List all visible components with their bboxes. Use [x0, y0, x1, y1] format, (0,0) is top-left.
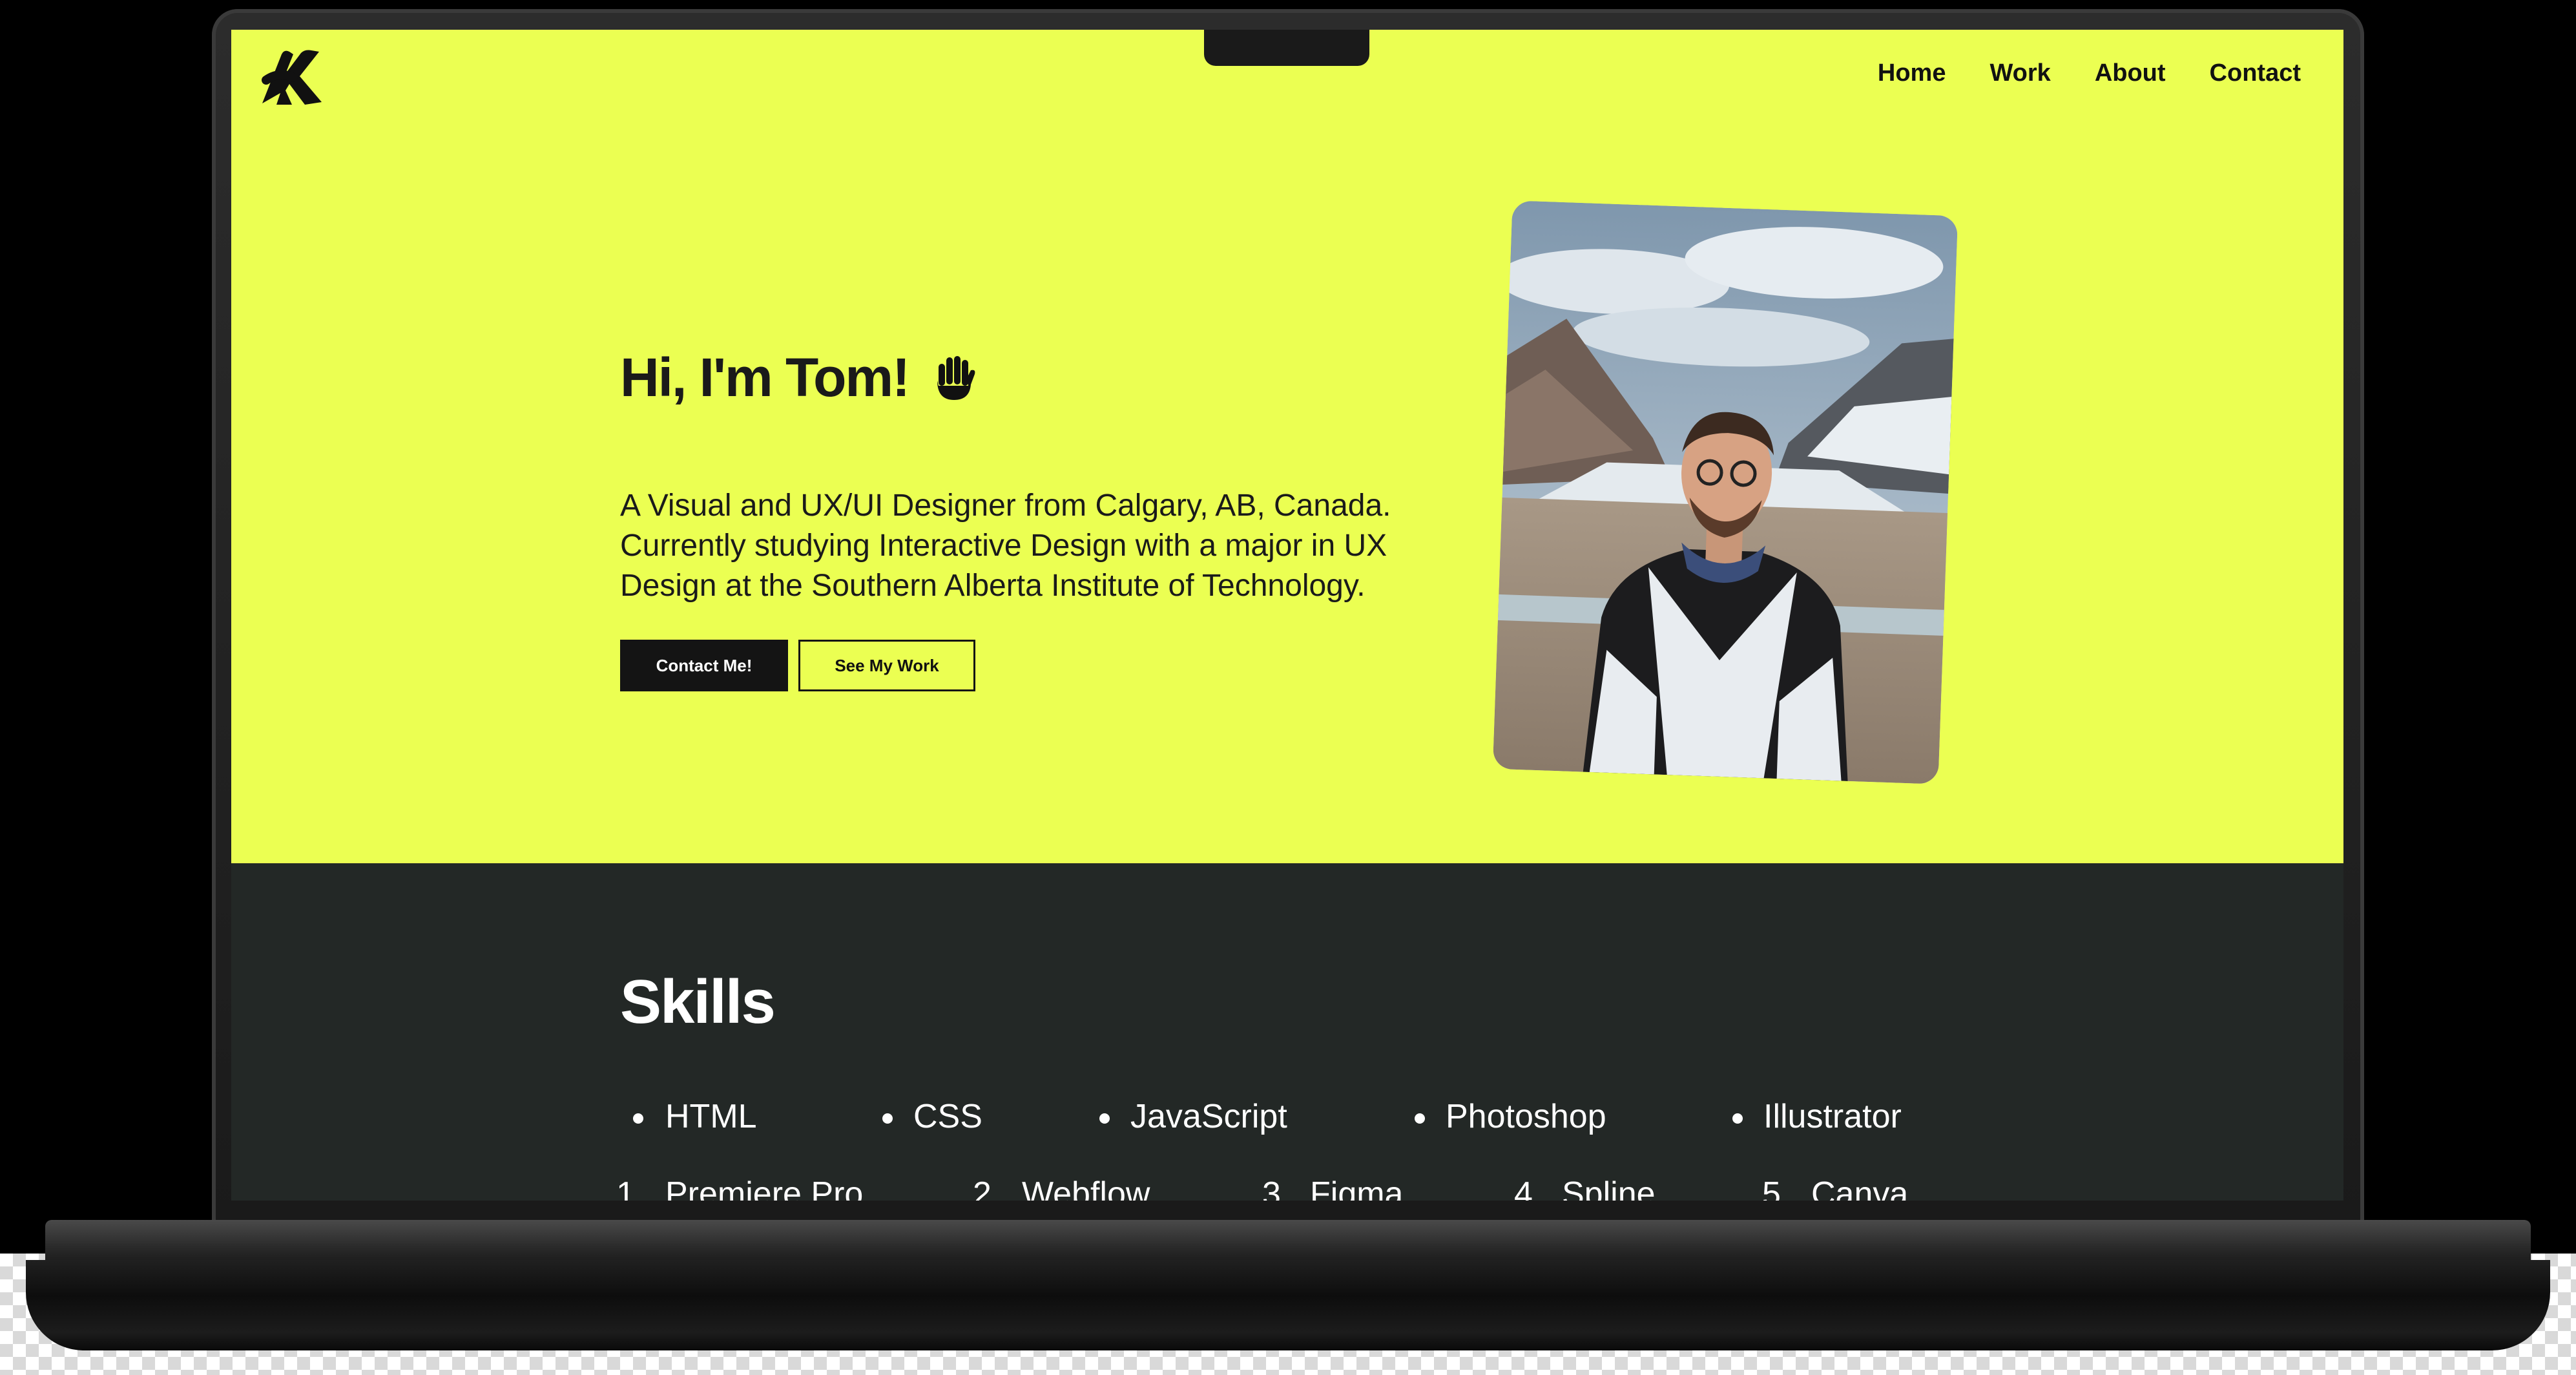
- skill-marker: 2.: [973, 1175, 1001, 1201]
- profile-photo: [1492, 200, 1958, 784]
- skill-marker: 4.: [1514, 1175, 1542, 1201]
- bullet-dot: [633, 1113, 643, 1124]
- nav-home[interactable]: Home: [1878, 59, 1946, 87]
- hero-section: Home Work About Contact Hi, I'm Tom! A V…: [231, 30, 2343, 863]
- skill-html: HTML: [665, 1098, 757, 1135]
- bullet-dot: [1732, 1113, 1743, 1124]
- main-nav: Home Work About Contact: [1878, 59, 2301, 87]
- raised-hand-icon: [928, 352, 980, 404]
- contact-me-button[interactable]: Contact Me!: [620, 640, 788, 691]
- laptop-hinge: [45, 1220, 2531, 1265]
- skill-photoshop: Photoshop: [1446, 1098, 1606, 1135]
- skill-webflow: Webflow: [1022, 1175, 1150, 1201]
- skills-section: Skills HTML CSS JavaScript Photoshop Ill…: [231, 863, 2343, 1201]
- bullet-dot: [1099, 1113, 1110, 1124]
- nav-contact[interactable]: Contact: [2210, 59, 2301, 87]
- logo-icon[interactable]: [260, 48, 324, 107]
- skill-javascript: JavaScript: [1130, 1098, 1287, 1135]
- laptop-screen: Home Work About Contact Hi, I'm Tom! A V…: [231, 30, 2343, 1201]
- skills-heading: Skills: [620, 967, 776, 1036]
- skill-figma: Figma: [1310, 1175, 1404, 1201]
- skill-css: CSS: [913, 1098, 982, 1135]
- laptop-base: [26, 1260, 2550, 1350]
- hero-heading: Hi, I'm Tom!: [620, 346, 980, 409]
- bullet-dot: [1415, 1113, 1425, 1124]
- nav-about[interactable]: About: [2095, 59, 2166, 87]
- skill-marker: 3.: [1262, 1175, 1291, 1201]
- nav-work[interactable]: Work: [1989, 59, 2050, 87]
- hero-description: A Visual and UX/UI Designer from Calgary…: [620, 488, 1391, 603]
- camera-notch: [1204, 30, 1369, 66]
- bullet-dot: [882, 1113, 893, 1124]
- skill-premiere-pro: Premiere Pro: [665, 1175, 864, 1201]
- hero-title-text: Hi, I'm Tom!: [620, 347, 910, 408]
- skill-canva: Canva: [1811, 1175, 1909, 1201]
- skill-spline: Spline: [1562, 1175, 1656, 1201]
- skill-marker: 1.: [616, 1175, 645, 1201]
- skill-illustrator: Illustrator: [1763, 1098, 1902, 1135]
- skill-marker: 5.: [1762, 1175, 1791, 1201]
- see-my-work-button[interactable]: See My Work: [798, 640, 975, 691]
